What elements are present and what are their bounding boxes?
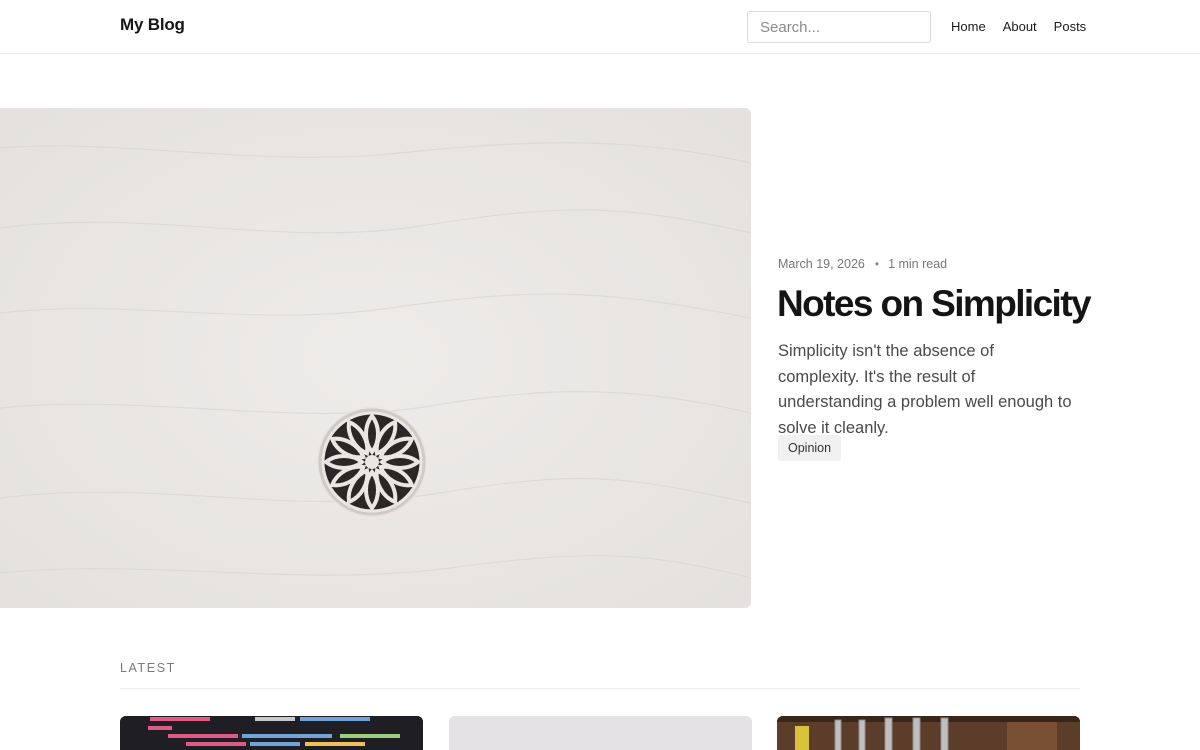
section-label-latest: LATEST (120, 661, 176, 675)
light-gray-thumbnail (449, 716, 752, 750)
section-divider (120, 688, 1080, 689)
post-title[interactable]: Notes on Simplicity (777, 283, 1092, 325)
latest-card-2[interactable] (449, 716, 752, 750)
latest-card-3[interactable] (777, 716, 1080, 750)
code-screenshot-thumbnail (120, 716, 423, 750)
nav-link-about[interactable]: About (1003, 19, 1037, 34)
latest-card-1[interactable] (120, 716, 423, 750)
hero-image[interactable] (0, 108, 751, 608)
rosette-drain-image (0, 108, 751, 608)
post-tag[interactable]: Opinion (778, 435, 842, 461)
main-nav: Home About Posts (951, 19, 1086, 34)
site-header: My Blog Home About Posts (0, 0, 1200, 54)
post-excerpt: Simplicity isn't the absence of complexi… (778, 342, 1072, 437)
read-time: 1 min read (888, 257, 948, 271)
search-input[interactable] (747, 11, 931, 43)
meta-separator: • (874, 257, 880, 271)
nav-link-posts[interactable]: Posts (1054, 19, 1087, 34)
site-brand[interactable]: My Blog (120, 15, 185, 35)
post-date: March 19, 2026 (778, 257, 865, 271)
post-meta: March 19, 2026 • 1 min read (778, 257, 947, 271)
tools-on-wood-thumbnail (777, 716, 1080, 750)
nav-link-home[interactable]: Home (951, 19, 986, 34)
